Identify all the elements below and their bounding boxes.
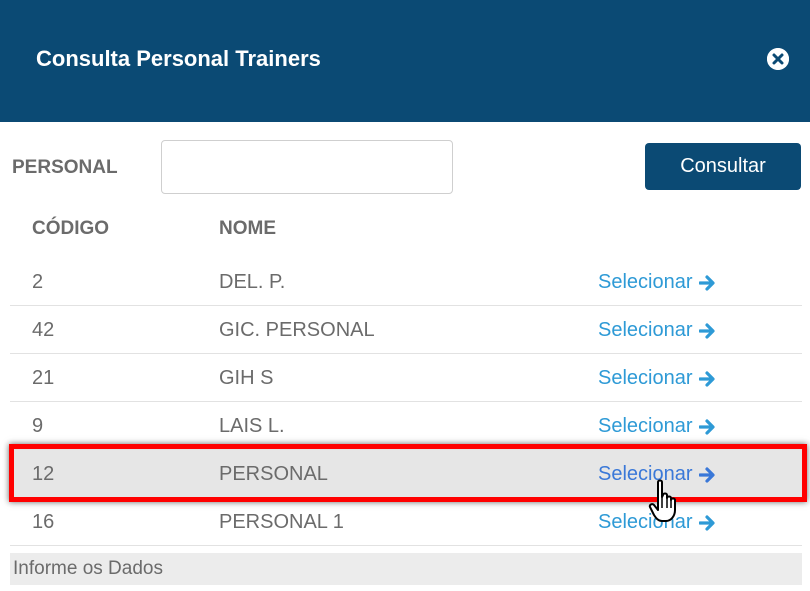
row-code: 9 xyxy=(32,415,44,437)
arrow-right-icon xyxy=(698,275,715,291)
row-name: LAIS L. xyxy=(219,415,285,437)
arrow-right-icon xyxy=(698,323,715,339)
row-name: DEL. P. xyxy=(219,271,286,293)
row-name: GIC. PERSONAL xyxy=(219,319,375,341)
modal-header: Consulta Personal Trainers xyxy=(0,0,810,122)
row-name: PERSONAL xyxy=(219,463,328,485)
close-circle-icon xyxy=(767,48,789,70)
table-row: 2 DEL. P. Selecionar xyxy=(10,258,802,306)
select-link-label: Selecionar xyxy=(598,415,693,437)
table-row: 42 GIC. PERSONAL Selecionar xyxy=(10,306,802,354)
arrow-right-icon xyxy=(698,371,715,387)
column-header-code: CÓDIGO xyxy=(32,218,110,239)
select-link-label: Selecionar xyxy=(598,367,693,389)
row-code: 12 xyxy=(32,463,55,485)
row-code: 21 xyxy=(32,367,55,389)
status-text: Informe os Dados xyxy=(13,558,163,579)
row-code: 16 xyxy=(32,511,55,533)
select-link[interactable]: Selecionar xyxy=(598,271,717,294)
column-header-name: NOME xyxy=(219,218,276,239)
row-code: 42 xyxy=(32,319,55,341)
status-bar: Informe os Dados xyxy=(10,553,802,585)
select-link-label: Selecionar xyxy=(598,319,693,341)
personal-filter-label: PERSONAL xyxy=(12,157,118,178)
consultar-button[interactable]: Consultar xyxy=(645,143,801,190)
modal-title: Consulta Personal Trainers xyxy=(36,46,321,71)
row-name: PERSONAL 1 xyxy=(219,511,344,533)
row-code: 2 xyxy=(32,271,44,293)
select-link[interactable]: Selecionar xyxy=(598,319,717,342)
personal-search-input[interactable] xyxy=(161,140,453,194)
select-link-label: Selecionar xyxy=(598,271,693,293)
hand-pointer-cursor-icon xyxy=(648,479,676,522)
arrow-right-icon xyxy=(698,515,715,531)
arrow-right-icon xyxy=(698,419,715,435)
select-link[interactable]: Selecionar xyxy=(598,415,717,438)
row-name: GIH S xyxy=(219,367,274,389)
close-button[interactable] xyxy=(767,48,789,70)
arrow-right-icon xyxy=(698,467,715,483)
table-row: 9 LAIS L. Selecionar xyxy=(10,402,802,450)
table-row: 21 GIH S Selecionar xyxy=(10,354,802,402)
select-link[interactable]: Selecionar xyxy=(598,367,717,390)
